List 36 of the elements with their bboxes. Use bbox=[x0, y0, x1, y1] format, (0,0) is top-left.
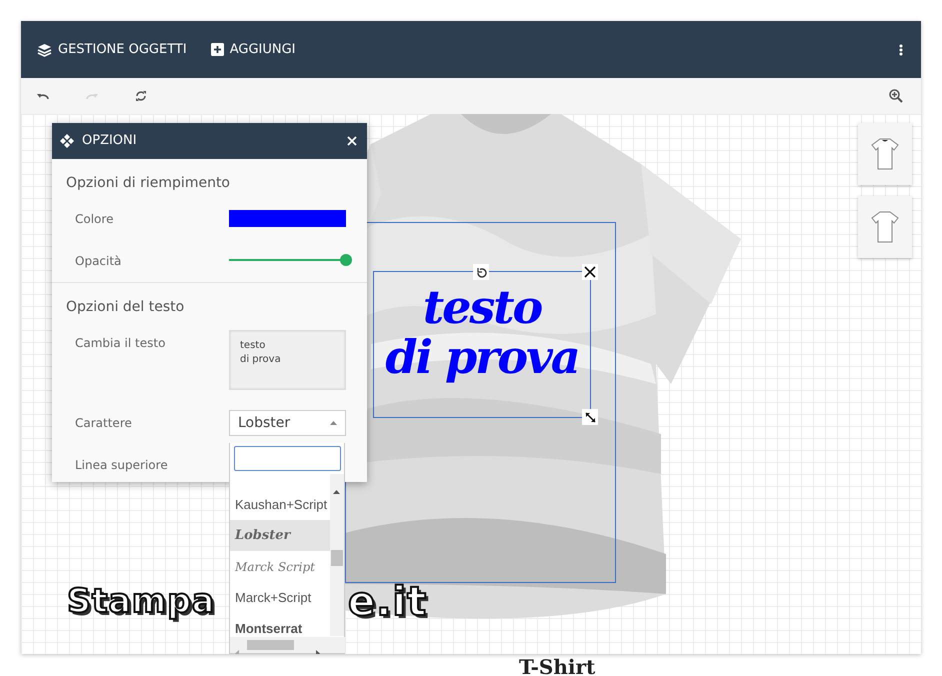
field-label: Colore bbox=[75, 211, 114, 228]
section-heading: Opzioni del testo bbox=[65, 298, 186, 317]
font-option[interactable]: Lobster bbox=[230, 520, 330, 551]
logo-text: Stampa bbox=[67, 580, 216, 624]
slider-thumb[interactable] bbox=[340, 254, 352, 266]
toolbar-menu-button[interactable]: AGGIUNGI bbox=[210, 40, 296, 60]
field-label: Opacità bbox=[75, 253, 122, 270]
panel-title: OPZIONI bbox=[82, 132, 137, 150]
text-area[interactable]: testo di prova bbox=[229, 330, 346, 390]
zoom-in-icon[interactable] bbox=[889, 89, 903, 103]
scrollbar-thumb[interactable] bbox=[331, 550, 343, 566]
toolbar-menu-button[interactable]: GESTIONE OGGETTI bbox=[37, 40, 187, 60]
section-heading: Opzioni di riempimento bbox=[65, 174, 232, 193]
search-field[interactable] bbox=[234, 446, 341, 471]
field-label: Carattere bbox=[75, 415, 133, 432]
move-icon bbox=[60, 134, 74, 148]
design-text: testo di prova bbox=[385, 282, 579, 382]
caret-icon bbox=[330, 421, 337, 425]
t-shirt-icon[interactable] bbox=[871, 137, 899, 171]
logo-text: e.it bbox=[348, 578, 428, 627]
font-select[interactable]: Lobster bbox=[229, 410, 346, 436]
layers-icon bbox=[37, 42, 52, 56]
t-shirt-icon[interactable] bbox=[871, 210, 899, 244]
rotate-icon[interactable] bbox=[476, 266, 486, 278]
field-label: Linea superiore bbox=[75, 457, 169, 474]
scrollbar-thumb[interactable] bbox=[247, 640, 294, 650]
scroll-up-icon[interactable] bbox=[333, 490, 340, 494]
field-label: Cambia il testo bbox=[75, 335, 166, 352]
product-title: T-Shirt bbox=[519, 654, 596, 676]
resize-icon[interactable] bbox=[584, 412, 596, 422]
vertical-scrollbar[interactable] bbox=[330, 474, 344, 636]
close-icon[interactable] bbox=[584, 266, 596, 278]
horizontal-scrollbar[interactable] bbox=[230, 637, 345, 653]
more-menu-icon[interactable] bbox=[899, 44, 903, 56]
color-swatch[interactable] bbox=[229, 210, 346, 227]
plus-icon bbox=[210, 43, 224, 56]
